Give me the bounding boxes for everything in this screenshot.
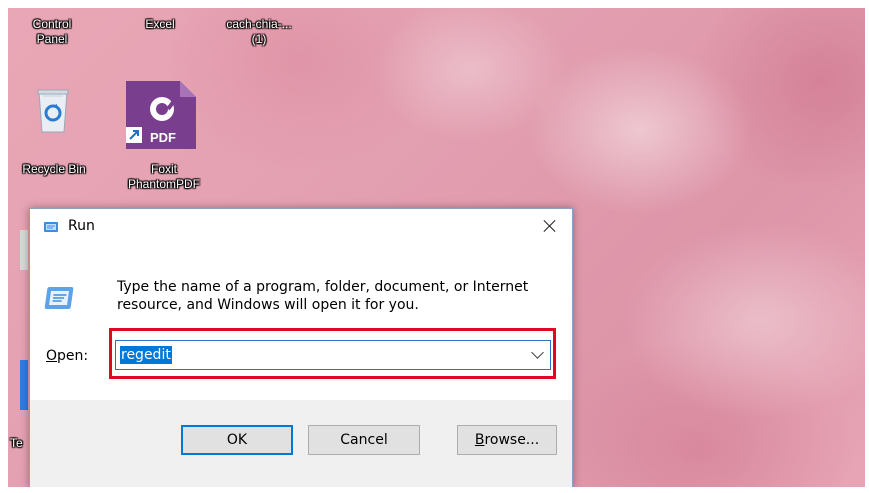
open-label-rest: pen: (57, 348, 89, 364)
partial-desktop-icon (20, 360, 28, 410)
command-input-value[interactable]: regedit (120, 346, 172, 364)
desktop-icon-partial-label[interactable]: Te (10, 436, 30, 451)
run-program-icon (43, 284, 75, 312)
screenshot-border (0, 0, 869, 8)
desktop-icon-foxit-label[interactable]: Foxit PhantomPDF (104, 162, 224, 192)
dialog-description: Type the name of a program, folder, docu… (117, 279, 529, 313)
dialog-title: Run (68, 218, 95, 234)
browse-button[interactable]: Browse... (457, 425, 557, 455)
open-field-label: Open: (46, 348, 88, 364)
desktop-icon-control-panel-label[interactable]: Control Panel (22, 17, 82, 47)
screenshot-border (0, 0, 8, 493)
desktop-icon-excel-label[interactable]: Excel (130, 17, 190, 32)
open-command-combobox[interactable]: regedit (115, 340, 551, 370)
run-dialog: Run Type the name of a program, folder, … (29, 208, 573, 488)
browse-mnemonic: B (474, 432, 485, 448)
desktop-icon-recycle-bin-label[interactable]: Recycle Bin (12, 162, 96, 177)
screenshot-border (0, 487, 869, 493)
browse-label-rest: rowse... (484, 432, 540, 448)
run-dialog-titlebar[interactable]: Run (30, 209, 572, 245)
desktop-icon-document-label[interactable]: cach-chia-... (1) (214, 17, 304, 47)
cancel-button[interactable]: Cancel (308, 425, 420, 455)
open-label-mnemonic: O (46, 348, 58, 364)
ok-button[interactable]: OK (181, 425, 293, 455)
run-icon (43, 220, 59, 232)
screenshot-border (865, 0, 869, 493)
close-button[interactable] (528, 209, 572, 243)
partial-desktop-icon (20, 230, 28, 270)
chevron-down-icon[interactable] (531, 346, 544, 359)
recycle-bin-icon[interactable] (33, 86, 73, 134)
foxit-pdf-badge: PDF (150, 130, 176, 145)
